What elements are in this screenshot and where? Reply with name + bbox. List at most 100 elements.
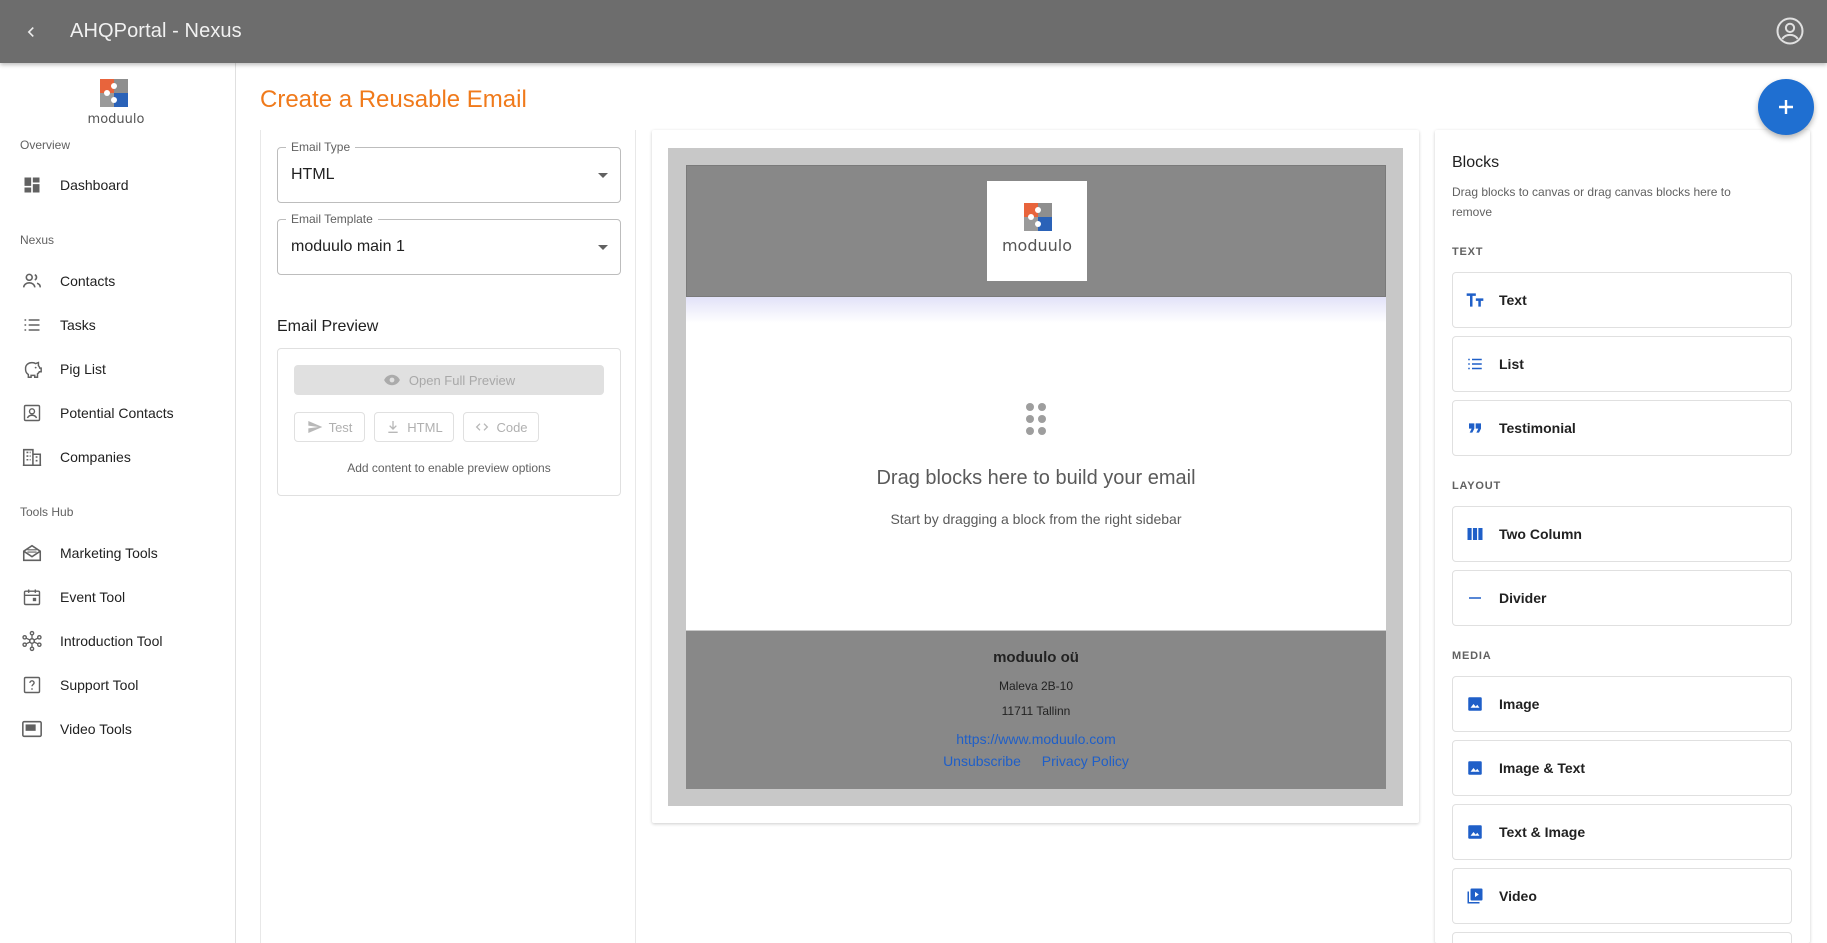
- email-template-label: Email Template: [286, 212, 378, 226]
- drag-handle-icon: [1026, 403, 1046, 435]
- email-settings-panel: Email Type HTML Email Template moduulo m…: [260, 130, 636, 943]
- top-app-bar: AHQPortal - Nexus: [0, 0, 1827, 63]
- svg-text:moduulo: moduulo: [88, 112, 145, 127]
- help-box-icon: [20, 673, 44, 697]
- piggy-bank-icon: [20, 357, 44, 381]
- nav-item-event-tool[interactable]: Event Tool: [0, 577, 236, 617]
- nav-item-label: Potential Contacts: [60, 405, 174, 421]
- email-template-select[interactable]: Email Template moduulo main 1: [277, 212, 621, 275]
- block-two-column[interactable]: Two Column: [1452, 506, 1792, 562]
- add-fab-button[interactable]: [1758, 79, 1814, 135]
- list-icon: [1465, 354, 1485, 374]
- block-text-and-image[interactable]: Text & Image: [1452, 804, 1792, 860]
- block-text[interactable]: Text: [1452, 272, 1792, 328]
- nav-item-label: Companies: [60, 449, 131, 465]
- nav-item-companies[interactable]: Companies: [0, 437, 236, 477]
- image-icon: [1465, 694, 1485, 714]
- footer-website-link[interactable]: https://www.moduulo.com: [956, 731, 1116, 747]
- open-full-preview-label: Open Full Preview: [408, 372, 516, 388]
- block-testimonial[interactable]: Testimonial: [1452, 400, 1792, 456]
- group-label-media: MEDIA: [1452, 650, 1492, 662]
- nav-item-contacts[interactable]: Contacts: [0, 261, 236, 301]
- footer-address-line-2: 11711 Tallinn: [1001, 704, 1071, 718]
- nav-item-label: Video Tools: [60, 721, 132, 737]
- footer-address-line-1: Maleva 2B-10: [998, 679, 1074, 693]
- footer-links-row: Unsubscribe Privacy Policy: [686, 753, 1386, 771]
- section-label-tools-hub: Tools Hub: [20, 505, 74, 519]
- quote-icon: [1465, 418, 1485, 438]
- nav-item-video-tools[interactable]: Video Tools: [0, 709, 236, 749]
- calendar-icon: [20, 585, 44, 609]
- block-label: Divider: [1499, 590, 1547, 606]
- horizontal-rule-icon: [1465, 588, 1485, 608]
- block-image[interactable]: Image: [1452, 676, 1792, 732]
- preview-hint-text: Add content to enable preview options: [347, 461, 551, 475]
- drop-zone-title: Drag blocks here to build your email: [876, 467, 1196, 489]
- footer-website-row: https://www.moduulo.com: [686, 731, 1386, 749]
- block-label: Two Column: [1499, 526, 1582, 542]
- drop-zone-subtitle: Start by dragging a block from the right…: [890, 511, 1182, 527]
- group-label-layout: LAYOUT: [1452, 480, 1502, 492]
- unsubscribe-link[interactable]: Unsubscribe: [943, 753, 1021, 769]
- dropdown-arrow-icon: [598, 245, 608, 250]
- video-library-icon: [1465, 886, 1485, 906]
- dashboard-icon: [20, 173, 44, 197]
- block-video[interactable]: Video: [1452, 868, 1792, 924]
- nav-item-dashboard[interactable]: Dashboard: [0, 165, 236, 205]
- people-icon: [20, 269, 44, 293]
- download-html-button[interactable]: HTML: [374, 412, 454, 442]
- block-more[interactable]: [1452, 932, 1792, 943]
- view-column-icon: [1465, 524, 1485, 544]
- code-label: Code: [496, 419, 528, 435]
- nav-item-tasks[interactable]: Tasks: [0, 305, 236, 345]
- nav-item-potential-contacts[interactable]: Potential Contacts: [0, 393, 236, 433]
- account-circle-icon: [1776, 17, 1804, 45]
- account-button[interactable]: [1775, 16, 1805, 46]
- brand-logo[interactable]: moduulo: [78, 77, 154, 127]
- block-divider[interactable]: Divider: [1452, 570, 1792, 626]
- blocks-title: Blocks: [1452, 154, 1500, 171]
- email-type-select[interactable]: Email Type HTML: [277, 140, 621, 203]
- sidebar: moduulo Overview Dashboard Nexus Contact…: [0, 63, 236, 943]
- nav-item-support-tool[interactable]: Support Tool: [0, 665, 236, 705]
- image-icon: [1465, 758, 1485, 778]
- block-list[interactable]: List: [1452, 336, 1792, 392]
- open-full-preview-button[interactable]: Open Full Preview: [294, 365, 604, 395]
- list-icon: [20, 313, 44, 337]
- email-canvas: moduulo Drag blocks here to build your e…: [668, 148, 1403, 806]
- nav-item-label: Marketing Tools: [60, 545, 158, 561]
- block-image-and-text[interactable]: Image & Text: [1452, 740, 1792, 796]
- nav-item-label: Introduction Tool: [60, 633, 163, 649]
- text-fields-icon: [1465, 290, 1485, 310]
- svg-text:moduulo: moduulo: [1002, 236, 1072, 255]
- nav-item-label: Support Tool: [60, 677, 139, 693]
- back-button[interactable]: [16, 17, 46, 47]
- nav-item-pig-list[interactable]: Pig List: [0, 349, 236, 389]
- hub-icon: [20, 629, 44, 653]
- nav-item-marketing-tools[interactable]: Marketing Tools: [0, 533, 236, 573]
- blocks-description: Drag blocks to canvas or drag canvas blo…: [1452, 185, 1731, 219]
- send-test-button[interactable]: Test: [294, 412, 365, 442]
- code-icon: [474, 419, 490, 435]
- view-code-button[interactable]: Code: [463, 412, 539, 442]
- email-drop-zone[interactable]: Drag blocks here to build your email Sta…: [686, 297, 1386, 630]
- drop-zone-shadow: [686, 297, 1386, 323]
- send-icon: [307, 419, 323, 435]
- email-header: moduulo: [686, 165, 1386, 297]
- building-icon: [20, 445, 44, 469]
- dropdown-arrow-icon: [598, 173, 608, 178]
- email-preview-box: Open Full Preview Test HTML Code Add con…: [277, 348, 621, 496]
- app-title: AHQPortal - Nexus: [70, 20, 242, 42]
- video-frame-icon: [20, 717, 44, 741]
- block-label: Text: [1499, 292, 1527, 308]
- contact-card-icon: [20, 401, 44, 425]
- email-canvas-card: moduulo Drag blocks here to build your e…: [652, 130, 1419, 823]
- block-label: Testimonial: [1499, 420, 1576, 436]
- nav-item-introduction-tool[interactable]: Introduction Tool: [0, 621, 236, 661]
- nav-item-label: Tasks: [60, 317, 96, 333]
- privacy-policy-link[interactable]: Privacy Policy: [1042, 753, 1129, 769]
- section-label-nexus: Nexus: [20, 233, 55, 247]
- nav-item-label: Contacts: [60, 273, 116, 289]
- nav-item-label: Pig List: [60, 361, 106, 377]
- email-type-label: Email Type: [286, 140, 356, 154]
